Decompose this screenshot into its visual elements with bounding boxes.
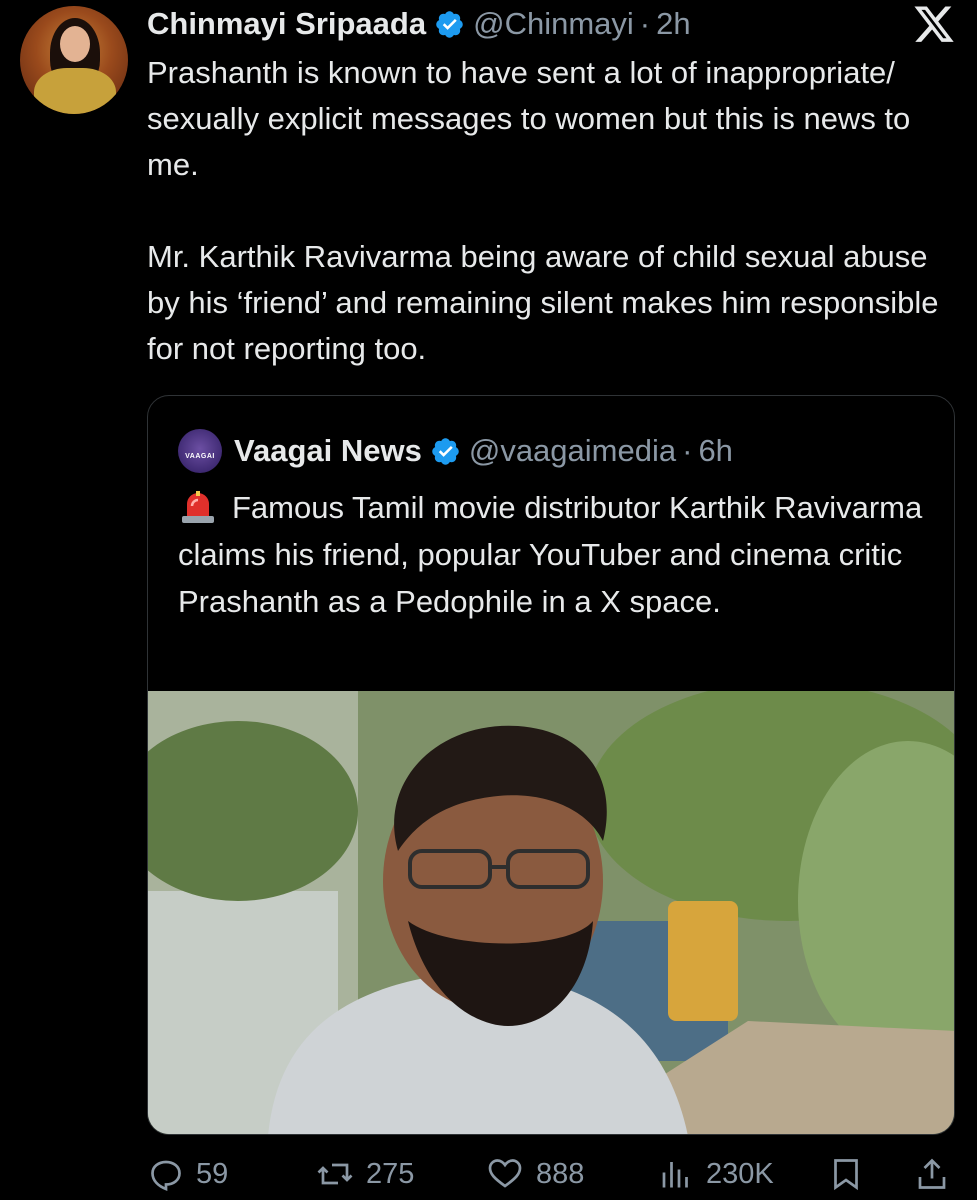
tweet-paragraph: Mr. Karthik Ravivarma being aware of chi… — [147, 239, 939, 366]
x-logo-icon[interactable] — [912, 6, 956, 46]
share-button[interactable] — [914, 1150, 962, 1198]
tweet-paragraph: Prashanth is known to have sent a lot of… — [147, 55, 911, 182]
verified-badge-icon — [436, 10, 463, 38]
bookmark-button[interactable] — [828, 1150, 876, 1198]
share-icon — [918, 1158, 946, 1189]
like-count: 888 — [536, 1157, 585, 1190]
quoted-tweet-photo[interactable] — [148, 691, 954, 1134]
tweet-body: Prashanth is known to have sent a lot of… — [147, 50, 962, 372]
quoted-tweet-header: VAAGAI Vaagai News @vaagaimedia · 6h — [178, 429, 733, 473]
reply-button[interactable]: 59 — [148, 1150, 228, 1198]
quoted-tweet-card[interactable]: VAAGAI Vaagai News @vaagaimedia · 6h Fam… — [147, 395, 955, 1135]
repost-icon — [317, 1163, 353, 1185]
tweet-action-bar: 59 275 888 230K — [0, 1150, 977, 1198]
views-count: 230K — [706, 1157, 774, 1190]
bookmark-icon — [834, 1159, 858, 1191]
reply-count: 59 — [196, 1157, 229, 1190]
quoted-author-avatar[interactable]: VAAGAI — [178, 429, 222, 473]
quoted-avatar-text: VAAGAI — [185, 452, 215, 460]
quoted-tweet-text: Famous Tamil movie distributor Karthik R… — [178, 490, 923, 619]
avatar-body — [34, 68, 116, 114]
quoted-tweet-body: Famous Tamil movie distributor Karthik R… — [178, 484, 938, 625]
tweet-header: Chinmayi Sripaada @Chinmayi · 2h — [147, 4, 691, 44]
repost-count: 275 — [366, 1157, 415, 1190]
separator-dot: · — [682, 433, 693, 468]
views-button[interactable]: 230K — [658, 1150, 774, 1198]
avatar-face — [60, 26, 90, 62]
repost-button[interactable]: 275 — [316, 1150, 414, 1198]
quoted-author-name[interactable]: Vaagai News — [234, 433, 422, 469]
separator-dot: · — [639, 6, 651, 41]
siren-icon — [182, 491, 214, 523]
views-icon — [662, 1162, 688, 1188]
reply-icon — [151, 1160, 181, 1191]
verified-badge-icon — [432, 437, 459, 465]
author-avatar[interactable] — [20, 6, 128, 114]
like-button[interactable]: 888 — [486, 1150, 584, 1198]
quoted-author-handle[interactable]: @vaagaimedia — [469, 433, 676, 469]
like-icon — [488, 1159, 522, 1188]
author-name[interactable]: Chinmayi Sripaada — [147, 6, 426, 42]
quoted-timestamp[interactable]: 6h — [698, 433, 732, 469]
photo-illustration — [148, 691, 954, 1134]
author-handle[interactable]: @Chinmayi — [473, 6, 634, 42]
tweet-timestamp[interactable]: 2h — [656, 6, 690, 42]
